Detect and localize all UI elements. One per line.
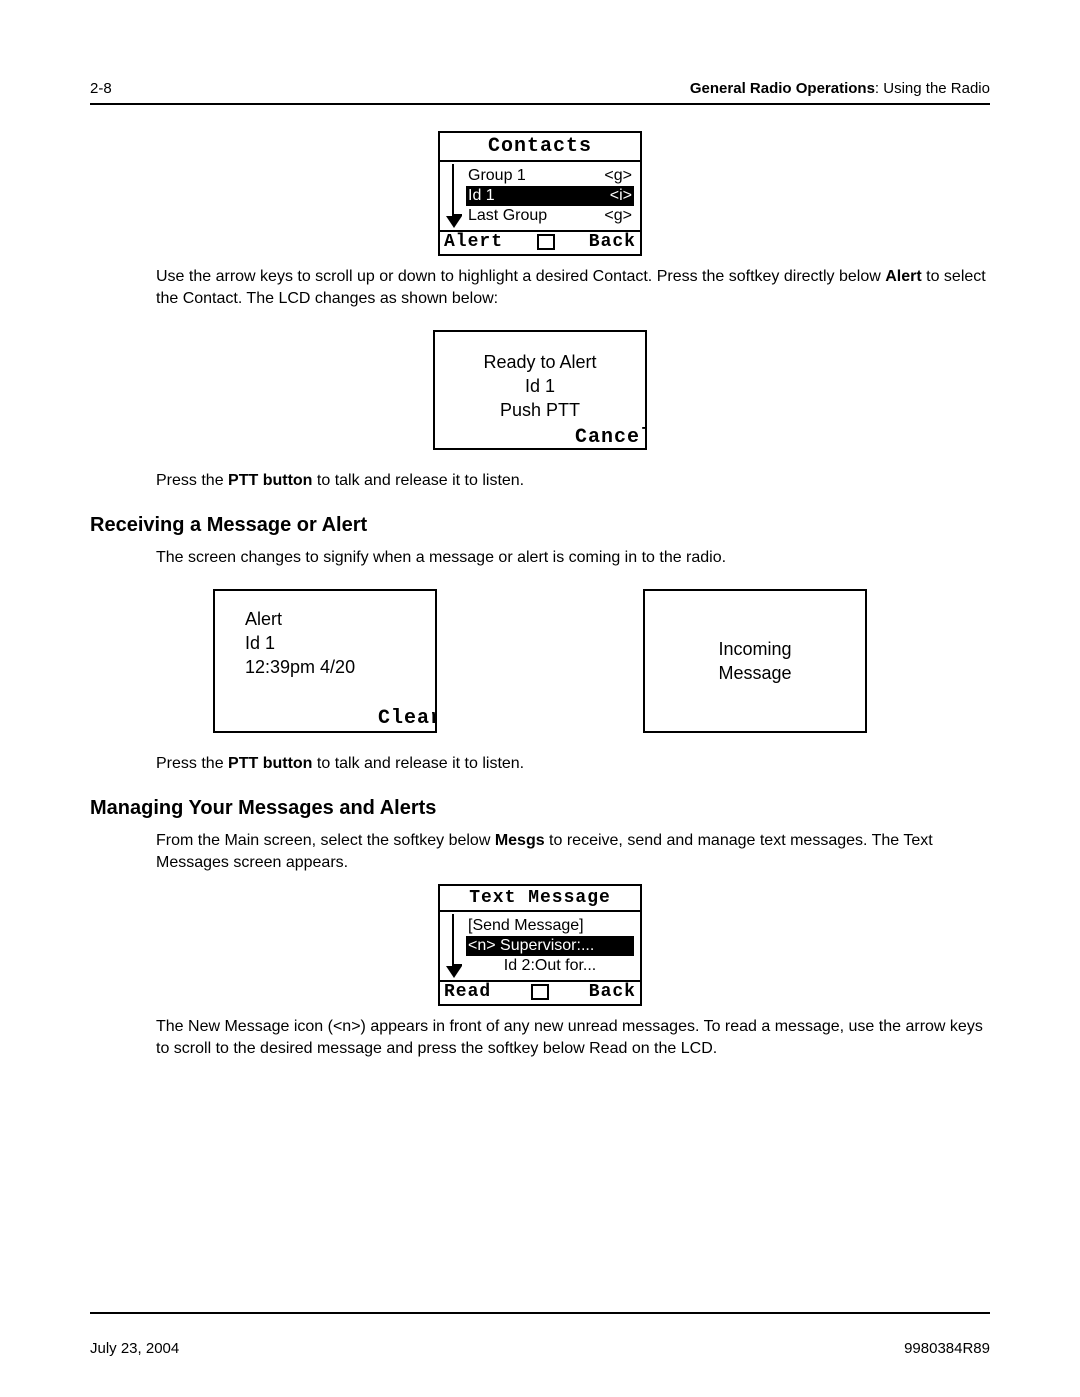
- paragraph: The New Message icon (<n>) appears in fr…: [156, 1016, 990, 1060]
- softkey-left[interactable]: Read: [444, 982, 491, 1002]
- lcd-line: Id 1: [245, 631, 435, 655]
- menu-icon[interactable]: [537, 234, 555, 250]
- list-item[interactable]: [Send Message]: [466, 916, 634, 936]
- lcd-text-messages: Text Message [Send Message] <n> Supervis…: [438, 884, 642, 1006]
- page-number: 2-8: [90, 80, 112, 97]
- list-item[interactable]: Group 1 <g>: [466, 166, 634, 186]
- softkey-right[interactable]: Clear: [378, 707, 435, 730]
- lcd-alert-incoming: Alert Id 1 12:39pm 4/20 Clear: [213, 589, 437, 733]
- lcd-line: Id 1: [435, 374, 645, 398]
- lcd-line: Incoming: [718, 637, 791, 661]
- header-rule: [90, 103, 990, 105]
- softkey-right[interactable]: Back: [589, 232, 636, 252]
- lcd-line: Ready to Alert: [435, 350, 645, 374]
- lcd-line: Alert: [245, 607, 435, 631]
- paragraph: Press the PTT button to talk and release…: [156, 470, 990, 492]
- lcd-line: 12:39pm 4/20: [245, 655, 435, 679]
- message-list: [Send Message] <n> Supervisor:... Id 2:O…: [440, 912, 640, 980]
- list-item[interactable]: Last Group <g>: [466, 206, 634, 226]
- scroll-arrow-icon: [444, 914, 462, 978]
- page-header: 2-8 General Radio Operations: Using the …: [90, 80, 990, 97]
- scroll-arrow-icon: [444, 164, 462, 228]
- lcd-incoming-message: Incoming Message: [643, 589, 867, 733]
- paragraph: The screen changes to signify when a mes…: [156, 547, 990, 569]
- list-item[interactable]: <n> Supervisor:...: [466, 936, 634, 956]
- footer-date: July 23, 2004: [90, 1340, 179, 1357]
- paragraph: Press the PTT button to talk and release…: [156, 753, 990, 775]
- lcd-line: Message: [718, 661, 791, 685]
- lcd-ready-alert: Ready to Alert Id 1 Push PTT Cancel: [433, 330, 647, 450]
- lcd-title: Contacts: [440, 133, 640, 162]
- footer-docnum: 9980384R89: [904, 1340, 990, 1357]
- section-title: General Radio Operations: Using the Radi…: [690, 80, 990, 97]
- footer-rule: [90, 1312, 990, 1314]
- softkey-left[interactable]: Alert: [444, 232, 503, 252]
- softkey-right[interactable]: Cancel: [575, 426, 645, 448]
- heading: Managing Your Messages and Alerts: [90, 797, 990, 820]
- list-item[interactable]: Id 1 <i>: [466, 186, 634, 206]
- lcd-line: Push PTT: [435, 398, 645, 422]
- menu-icon[interactable]: [531, 984, 549, 1000]
- contact-list: Group 1 <g> Id 1 <i> Last Group <g>: [440, 162, 640, 230]
- lcd-contacts: Contacts Group 1 <g> Id 1 <i> Last Group…: [438, 131, 642, 256]
- page-footer: July 23, 2004 9980384R89: [90, 1340, 990, 1357]
- lcd-title: Text Message: [440, 886, 640, 912]
- paragraph: From the Main screen, select the softkey…: [156, 830, 990, 874]
- softkey-bar: Alert Back: [440, 230, 640, 254]
- heading: Receiving a Message or Alert: [90, 514, 990, 537]
- softkey-bar: Read Back: [440, 980, 640, 1004]
- list-item[interactable]: Id 2:Out for...: [466, 956, 634, 976]
- softkey-right[interactable]: Back: [589, 982, 636, 1002]
- paragraph: Use the arrow keys to scroll up or down …: [156, 266, 990, 310]
